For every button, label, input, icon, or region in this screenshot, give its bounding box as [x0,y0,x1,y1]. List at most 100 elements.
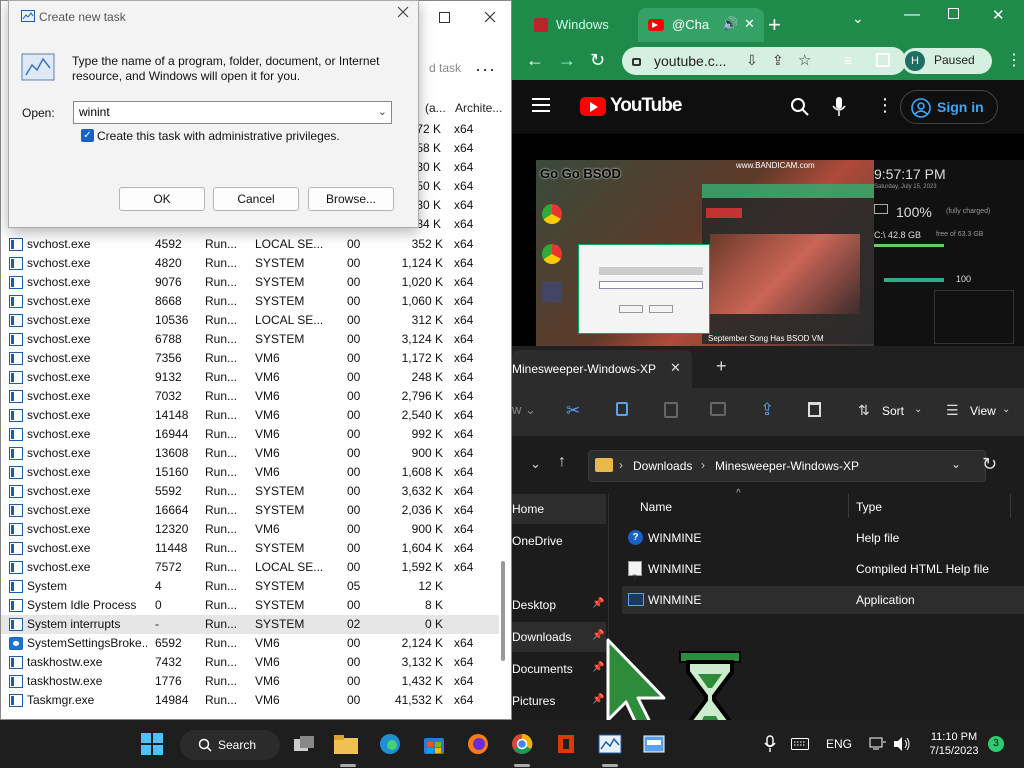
table-row[interactable]: svchost.exe 7572 Run... LOCAL SE... 00 1,592 … [1,558,499,577]
sort-icon[interactable]: ⇅ [858,402,870,419]
table-row[interactable]: svchost.exe 10536 Run... LOCAL SE... 00 312 K… [1,311,499,330]
store-icon[interactable] [420,730,448,758]
youtube-logo-text[interactable]: YouTube [610,95,682,117]
admin-checkbox[interactable]: ✓ [81,129,94,142]
open-input-value[interactable]: winint [79,105,110,119]
pin-icon[interactable]: 📌 [592,598,604,609]
firefox-icon[interactable] [464,730,492,758]
table-row[interactable]: svchost.exe 6788 Run... SYSTEM 00 3,124 Kx64 [1,330,499,349]
chevron-down-icon[interactable]: ⌄ [951,457,961,471]
table-row[interactable]: SystemSettingsBroke... 6592 Run... VM6 00 2,1… [1,634,499,653]
breadcrumb[interactable]: › Downloads › Minesweeper-Windows-XP ⌄ [588,450,986,482]
table-row[interactable]: svchost.exe 5592 Run... SYSTEM 00 3,632 Kx64 [1,482,499,501]
table-row[interactable]: taskhostw.exe 1776 Run... VM6 00 1,432 Kx64 [1,672,499,691]
share-icon[interactable]: ⇪ [760,400,774,420]
paste-icon[interactable] [664,402,678,418]
table-row[interactable]: svchost.exe 14148 Run... VM6 00 2,540 Kx64 [1,406,499,425]
table-row[interactable]: svchost.exe 16664 Run... SYSTEM 00 2,036 Kx64 [1,501,499,520]
nav-item-home[interactable]: Home [512,494,606,524]
file-row[interactable]: ? WINMINE Compiled HTML Help file [622,555,1024,583]
nav-item-pictures[interactable]: Pictures 📌 [512,690,606,712]
scrollbar[interactable] [501,561,505,661]
chevron-down-icon[interactable]: ⌄ [914,404,922,415]
table-row[interactable]: svchost.exe 8668 Run... SYSTEM 00 1,060 Kx64 [1,292,499,311]
rename-icon[interactable] [710,402,726,416]
bookmark-star-icon[interactable]: ☆ [798,51,811,69]
forward-button[interactable]: → [558,50,576,71]
table-row[interactable]: svchost.exe 11448 Run... SYSTEM 00 1,604 Kx64 [1,539,499,558]
nav-item-desktop[interactable]: Desktop 📌 [512,594,606,616]
start-button[interactable] [138,730,166,758]
breadcrumb-downloads[interactable]: Downloads [633,459,692,473]
admin-checkbox-label[interactable]: Create this task with administrative pri… [97,129,340,143]
ok-button[interactable]: OK [119,187,205,211]
table-row[interactable]: svchost.exe 15160 Run... VM6 00 1,608 Kx64 [1,463,499,482]
expand-chevron-icon[interactable]: ⌄ [530,456,541,472]
tab-windows[interactable]: Windows [526,8,634,42]
url-text[interactable]: youtube.c... [654,53,726,69]
notification-badge[interactable]: 3 [988,736,1004,752]
nav-item-documents[interactable]: Documents 📌 [512,658,606,680]
table-row[interactable]: svchost.exe 7356 Run... VM6 00 1,172 Kx64 [1,349,499,368]
up-arrow-icon[interactable]: ↑ [558,453,566,471]
lock-icon[interactable] [632,58,641,66]
table-row[interactable]: svchost.exe 13608 Run... VM6 00 900 Kx64 [1,444,499,463]
video-player[interactable]: Go Go BSOD www.BANDICAM.com September So… [512,134,1024,346]
column-header-architecture[interactable]: Archite... [455,101,502,115]
column-header-name[interactable]: Name [640,500,672,514]
run-icon[interactable] [640,730,668,758]
run-new-task-label[interactable]: d task [429,61,461,75]
table-row[interactable]: svchost.exe 9076 Run... SYSTEM 00 1,020 Kx64 [1,273,499,292]
browse-button[interactable]: Browse... [308,187,394,211]
breadcrumb-current[interactable]: Minesweeper-Windows-XP [715,459,859,473]
microphone-icon[interactable] [832,96,846,118]
file-row[interactable]: WINMINE Application [622,586,1024,614]
microphone-icon[interactable] [756,730,784,758]
tab-close-icon[interactable]: ✕ [744,16,755,32]
share-icon[interactable]: ⇪ [772,52,784,69]
chevron-down-icon[interactable]: ⌄ [1002,404,1010,415]
table-row[interactable]: svchost.exe 12320 Run... VM6 00 900 Kx64 [1,520,499,539]
column-header-type[interactable]: Type [856,500,882,514]
side-panel-icon[interactable] [876,53,890,67]
maximize-button[interactable] [421,1,467,33]
install-icon[interactable]: ⇩ [746,52,758,69]
chevron-down-icon[interactable]: ⌄ [378,105,387,118]
table-row[interactable]: System 4 Run... SYSTEM 05 12 K [1,577,499,596]
nav-item-onedrive[interactable]: OneDrive [512,530,606,552]
edge-icon[interactable] [376,730,404,758]
view-icon[interactable]: ☰ [946,402,959,419]
speaker-icon[interactable]: 🔊 [722,16,738,32]
youtube-logo-icon[interactable] [580,97,606,116]
more-options-icon[interactable]: ··· [475,59,496,80]
table-row[interactable]: svchost.exe 9132 Run... VM6 00 248 Kx64 [1,368,499,387]
volume-icon[interactable] [888,730,916,758]
search-box[interactable]: Search [180,730,280,760]
table-row[interactable]: svchost.exe 7032 Run... VM6 00 2,796 Kx64 [1,387,499,406]
chrome-menu-icon[interactable]: ⋮ [1006,50,1022,70]
table-row[interactable]: taskhostw.exe 7432 Run... VM6 00 3,132 Kx64 [1,653,499,672]
office-icon[interactable] [552,730,580,758]
tab-search-icon[interactable]: ⌄ [852,10,864,27]
table-row[interactable]: svchost.exe 4820 Run... SYSTEM 00 1,124 Kx64 [1,254,499,273]
new-menu-partial-icon[interactable]: w ⌄ [512,402,536,418]
tab-close-icon[interactable]: ✕ [670,360,681,376]
nav-item-downloads[interactable]: Downloads 📌 [512,622,606,652]
address-bar[interactable]: youtube.c... ⇩ ⇪ ☆ [622,47,906,75]
file-explorer-icon[interactable] [332,730,360,758]
language-indicator[interactable]: ENG [826,737,852,751]
file-row[interactable]: ? WINMINE Help file [622,524,1024,552]
table-row[interactable]: System Idle Process 0 Run... SYSTEM 00 8 K [1,596,499,615]
tab-youtube[interactable]: @Cha 🔊 ✕ [638,8,764,42]
sign-in-button[interactable]: Sign in [900,90,998,124]
cancel-button[interactable]: Cancel [213,187,299,211]
new-tab-button[interactable]: + [716,356,727,377]
hamburger-menu-icon[interactable] [532,98,550,112]
refresh-icon[interactable]: ↻ [982,454,997,475]
table-row[interactable]: Taskmgr.exe 14984 Run... VM6 00 41,532 Kx64 [1,691,499,710]
delete-icon[interactable] [808,402,821,417]
view-button[interactable]: View [970,404,996,418]
task-view-icon[interactable] [290,730,318,758]
task-manager-icon[interactable] [596,730,624,758]
table-row[interactable]: svchost.exe 4592 Run... LOCAL SE... 00 352 Kx… [1,235,499,254]
